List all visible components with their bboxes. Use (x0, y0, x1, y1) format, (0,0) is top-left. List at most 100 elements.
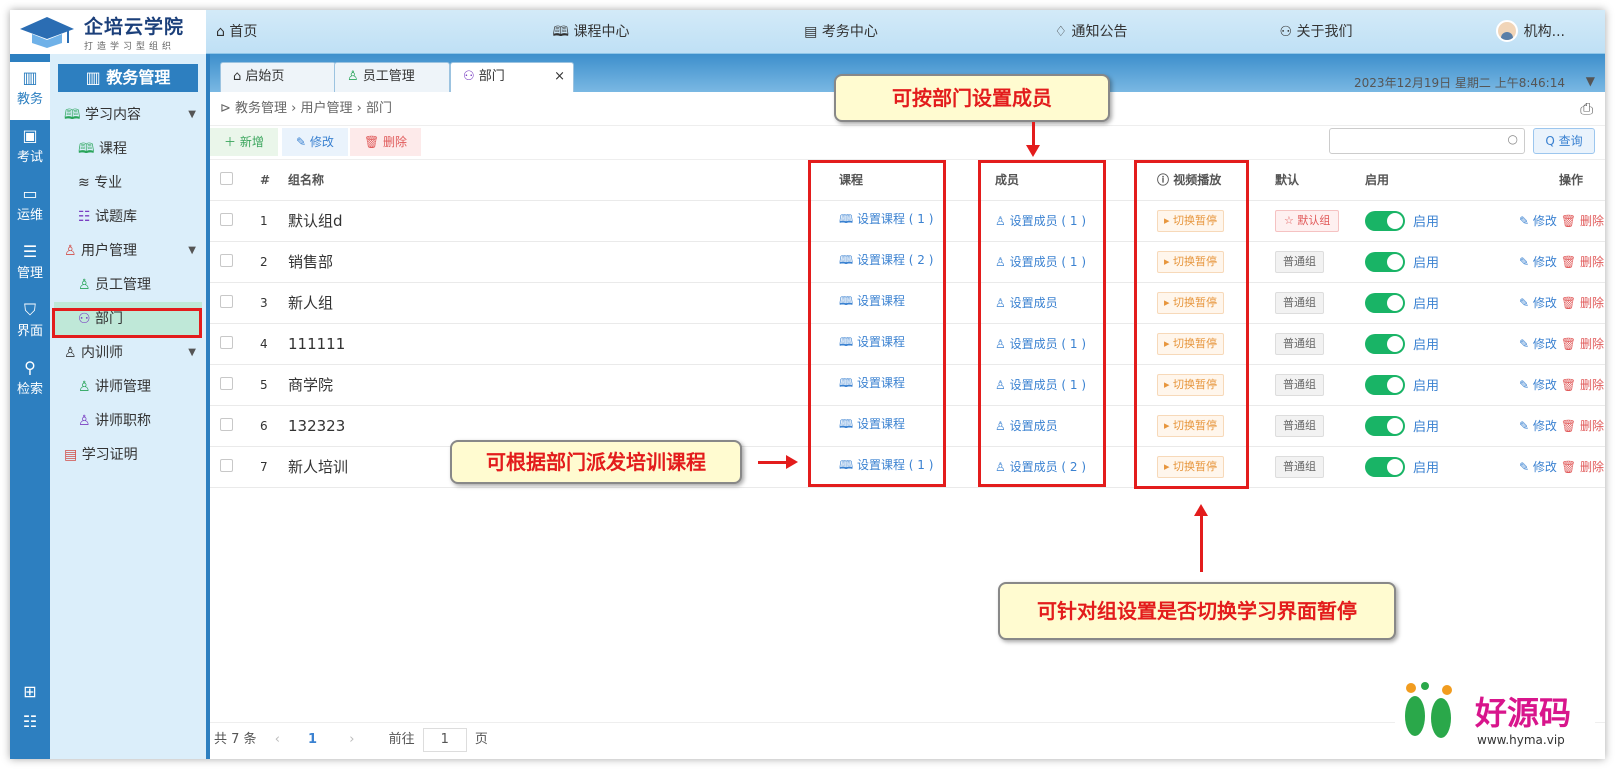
row-delete-link[interactable]: 🗑 删除 (1561, 296, 1604, 310)
user-name: 机构... (1523, 24, 1565, 40)
row-delete-link[interactable]: 🗑 删除 (1561, 460, 1604, 474)
row-checkbox[interactable] (220, 212, 233, 226)
menu-item-3[interactable]: ☷ 试题库 (50, 200, 206, 234)
prev-page-icon[interactable]: ‹ (275, 732, 280, 747)
edit-button[interactable]: ✎ 修改 (282, 128, 348, 156)
row-delete-link[interactable]: 🗑 删除 (1561, 419, 1604, 433)
row-checkbox[interactable] (220, 294, 233, 308)
menu-item-8[interactable]: ♙ 讲师管理 (50, 370, 206, 404)
select-all-checkbox[interactable] (220, 171, 233, 185)
menu-item-5[interactable]: ♙ 员工管理 (50, 268, 206, 302)
topnav-item-4[interactable]: ⚇ 关于我们 (1216, 10, 1416, 54)
topnav-item-2[interactable]: ▤ 考务中心 (716, 10, 966, 54)
printer-icon[interactable]: ⎙ (1580, 92, 1593, 126)
menu-item-7[interactable]: ♙ 内训师 ▼ (50, 336, 206, 370)
topnav-item-0[interactable]: ⌂ 首页 (216, 10, 466, 54)
chevron-down-icon[interactable]: ▼ (1586, 74, 1595, 88)
row-delete-label: 删除 (1579, 460, 1604, 474)
user-menu[interactable]: 机构... (1495, 20, 1565, 42)
add-button[interactable]: ＋ 新增 (210, 128, 278, 156)
enable-switch[interactable] (1365, 374, 1405, 395)
search-input[interactable]: ○ (1329, 128, 1525, 154)
row-name: 默认组d (288, 200, 833, 242)
row-checkbox[interactable] (220, 458, 233, 472)
tab-staff[interactable]: ♙ 员工管理 (334, 62, 450, 92)
default-badge: 普通组 (1275, 373, 1324, 396)
enable-switch[interactable] (1365, 292, 1405, 313)
default-label: 普通组 (1283, 336, 1316, 350)
trash-icon: 🗑 (1560, 337, 1580, 351)
footprint-logo-icon (1405, 682, 1452, 738)
menu-item-10[interactable]: ▤ 学习证明 (50, 438, 206, 472)
row-edit-link[interactable]: ✎ 修改 (1519, 460, 1557, 474)
menu-item-4[interactable]: ♙ 用户管理 ▼ (50, 234, 206, 268)
enable-switch[interactable] (1365, 415, 1405, 436)
topnav-item-1[interactable]: 🕮 课程中心 (466, 10, 716, 54)
menu-item-1[interactable]: 🕮 课程 (50, 132, 206, 166)
topnav-item-3[interactable]: ♢ 通知公告 (966, 10, 1216, 54)
row-checkbox[interactable] (220, 376, 233, 390)
goto-label: 前往 (388, 732, 415, 747)
row-edit-link[interactable]: ✎ 修改 (1519, 255, 1557, 269)
row-checkbox[interactable] (220, 335, 233, 349)
module-3[interactable]: ☰ 管理 (10, 236, 50, 294)
enable-switch[interactable] (1365, 210, 1405, 231)
row-checkbox[interactable] (220, 253, 233, 267)
module-icon-3: ☰ (22, 242, 38, 261)
enable-switch[interactable] (1365, 456, 1405, 477)
module-0[interactable]: ▥ 教务 (10, 62, 50, 120)
close-icon[interactable]: × (554, 63, 565, 91)
edit-icon: ✎ (1519, 378, 1533, 392)
menu-item-2[interactable]: ≋ 专业 (50, 166, 206, 200)
next-page-icon[interactable]: › (349, 732, 354, 747)
caret-down-icon[interactable]: ▼ (188, 234, 196, 268)
col-ops: 操作 (1469, 160, 1605, 201)
about-icon: ⚇ (1279, 24, 1297, 40)
topnav-label: 通知公告 (1071, 24, 1128, 40)
row-delete-label: 删除 (1579, 214, 1604, 228)
row-edit-link[interactable]: ✎ 修改 (1519, 419, 1557, 433)
menu-item-label: 用户管理 (81, 243, 138, 259)
row-delete-link[interactable]: 🗑 删除 (1561, 255, 1604, 269)
module-1[interactable]: ▣ 考试 (10, 120, 50, 178)
grid-icon[interactable]: ⊞ (10, 682, 50, 701)
row-delete-link[interactable]: 🗑 删除 (1561, 337, 1604, 351)
row-num: 2 (260, 241, 288, 283)
row-edit-link[interactable]: ✎ 修改 (1519, 296, 1557, 310)
row-num: 1 (260, 200, 288, 242)
enable-switch[interactable] (1365, 333, 1405, 354)
module-label: 界面 (16, 324, 43, 339)
tab-home[interactable]: ⌂ 启始页 (220, 62, 336, 92)
menu-item-9[interactable]: ♙ 讲师职称 (50, 404, 206, 438)
module-5[interactable]: ⚲ 检索 (10, 352, 50, 410)
row-delete-link[interactable]: 🗑 删除 (1561, 214, 1604, 228)
trash-icon: 🗑 (1560, 214, 1580, 228)
app-window: 企培云学院 打造学习型组织 ⌂ 首页 🕮 课程中心 ▤ 考务中心 ♢ 通知公告 ⚇ 关于… (10, 10, 1605, 759)
row-edit-link[interactable]: ✎ 修改 (1519, 378, 1557, 392)
title-icon: ♙ (78, 413, 96, 429)
menu-item-label: 试题库 (95, 209, 138, 225)
collapse-menu-icon[interactable]: ☷ (10, 712, 50, 731)
default-label: 普通组 (1283, 418, 1316, 432)
row-delete-link[interactable]: 🗑 删除 (1561, 378, 1604, 392)
row-edit-link[interactable]: ✎ 修改 (1519, 214, 1557, 228)
query-button[interactable]: Q 查询 (1533, 128, 1595, 154)
goto-page-input[interactable]: 1 (422, 728, 467, 752)
module-2[interactable]: ▭ 运维 (10, 178, 50, 236)
module-4[interactable]: ⛉ 界面 (10, 294, 50, 352)
module-icon-4: ⛉ (23, 300, 36, 319)
row-checkbox[interactable] (220, 417, 233, 431)
module-label: 考试 (16, 150, 43, 165)
side-menu: ▥ 教务管理 🕮 学习内容 ▼ 🕮 课程 ≋ 专业 ☷ 试题库 ♙ 用户管理 ▼ ♙ 员工管理… (50, 54, 206, 759)
page-number[interactable]: 1 (308, 732, 317, 747)
menu-item-label: 学习内容 (84, 107, 141, 123)
enable-switch[interactable] (1365, 251, 1405, 272)
page-unit-label: 页 (474, 732, 488, 747)
delete-button[interactable]: 🗑 删除 (350, 128, 422, 156)
menu-item-0[interactable]: 🕮 学习内容 ▼ (50, 98, 206, 132)
caret-down-icon[interactable]: ▼ (188, 98, 196, 132)
tab-department[interactable]: ⚇ 部门 × (450, 62, 574, 92)
row-edit-link[interactable]: ✎ 修改 (1519, 337, 1557, 351)
default-badge: ☆ 默认组 (1275, 209, 1340, 232)
caret-down-icon[interactable]: ▼ (188, 336, 196, 370)
